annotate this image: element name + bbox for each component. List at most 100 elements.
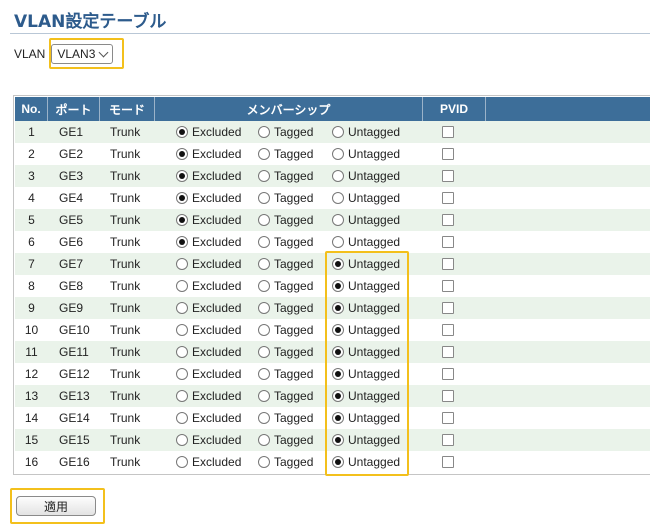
pvid-checkbox[interactable] [442, 412, 454, 424]
excluded-radio[interactable] [176, 126, 188, 138]
membership-untagged-option[interactable]: Untagged [332, 143, 400, 165]
pvid-checkbox[interactable] [442, 148, 454, 160]
membership-tagged-option[interactable]: Tagged [258, 319, 313, 341]
membership-tagged-option[interactable]: Tagged [258, 121, 313, 143]
pvid-checkbox[interactable] [442, 324, 454, 336]
pvid-checkbox[interactable] [442, 456, 454, 468]
membership-excluded-option[interactable]: Excluded [176, 297, 241, 319]
tagged-radio[interactable] [258, 280, 270, 292]
tagged-radio[interactable] [258, 192, 270, 204]
tagged-radio[interactable] [258, 390, 270, 402]
membership-excluded-option[interactable]: Excluded [176, 209, 241, 231]
tagged-radio[interactable] [258, 302, 270, 314]
membership-excluded-option[interactable]: Excluded [176, 363, 241, 385]
membership-tagged-option[interactable]: Tagged [258, 363, 313, 385]
tagged-radio[interactable] [258, 434, 270, 446]
pvid-checkbox[interactable] [442, 302, 454, 314]
excluded-radio[interactable] [176, 368, 188, 380]
tagged-radio[interactable] [258, 258, 270, 270]
pvid-checkbox[interactable] [442, 236, 454, 248]
excluded-radio[interactable] [176, 148, 188, 160]
tagged-radio[interactable] [258, 324, 270, 336]
membership-excluded-option[interactable]: Excluded [176, 143, 241, 165]
pvid-checkbox[interactable] [442, 258, 454, 270]
membership-untagged-option[interactable]: Untagged [332, 165, 400, 187]
membership-tagged-option[interactable]: Tagged [258, 341, 313, 363]
membership-excluded-option[interactable]: Excluded [176, 407, 241, 429]
pvid-checkbox[interactable] [442, 390, 454, 402]
pvid-checkbox[interactable] [442, 368, 454, 380]
tagged-radio[interactable] [258, 214, 270, 226]
excluded-radio[interactable] [176, 214, 188, 226]
excluded-radio[interactable] [176, 236, 188, 248]
membership-excluded-option[interactable]: Excluded [176, 121, 241, 143]
membership-excluded-option[interactable]: Excluded [176, 275, 241, 297]
row-number: 13 [24, 389, 39, 403]
tagged-radio[interactable] [258, 170, 270, 182]
tagged-radio[interactable] [258, 236, 270, 248]
untagged-radio[interactable] [332, 236, 344, 248]
membership-untagged-option[interactable]: Untagged [332, 121, 400, 143]
excluded-radio[interactable] [176, 258, 188, 270]
membership-excluded-option[interactable]: Excluded [176, 319, 241, 341]
membership-excluded-option[interactable]: Excluded [176, 341, 241, 363]
excluded-radio[interactable] [176, 192, 188, 204]
membership-untagged-option[interactable]: Untagged [332, 209, 400, 231]
pvid-cell [423, 385, 486, 407]
excluded-label: Excluded [192, 125, 242, 139]
membership-excluded-option[interactable]: Excluded [176, 187, 241, 209]
membership-excluded-option[interactable]: Excluded [176, 385, 241, 407]
row-port: GE2 [59, 147, 84, 161]
membership-excluded-option[interactable]: Excluded [176, 429, 241, 451]
membership-tagged-option[interactable]: Tagged [258, 231, 313, 253]
tagged-radio[interactable] [258, 346, 270, 358]
pvid-checkbox[interactable] [442, 170, 454, 182]
membership-tagged-option[interactable]: Tagged [258, 429, 313, 451]
tagged-radio[interactable] [258, 126, 270, 138]
membership-tagged-option[interactable]: Tagged [258, 385, 313, 407]
membership-excluded-option[interactable]: Excluded [176, 165, 241, 187]
membership-cell: Excluded Tagged Untagged [155, 121, 423, 143]
membership-tagged-option[interactable]: Tagged [258, 253, 313, 275]
tagged-radio[interactable] [258, 148, 270, 160]
pvid-checkbox[interactable] [442, 126, 454, 138]
membership-tagged-option[interactable]: Tagged [258, 297, 313, 319]
membership-excluded-option[interactable]: Excluded [176, 451, 241, 473]
row-port: GE16 [59, 455, 90, 469]
membership-tagged-option[interactable]: Tagged [258, 451, 313, 473]
excluded-radio[interactable] [176, 280, 188, 292]
excluded-radio[interactable] [176, 170, 188, 182]
membership-untagged-option[interactable]: Untagged [332, 231, 400, 253]
row-number: 15 [24, 433, 39, 447]
membership-excluded-option[interactable]: Excluded [176, 253, 241, 275]
excluded-radio[interactable] [176, 346, 188, 358]
excluded-radio[interactable] [176, 324, 188, 336]
excluded-radio[interactable] [176, 390, 188, 402]
excluded-radio[interactable] [176, 412, 188, 424]
untagged-radio[interactable] [332, 126, 344, 138]
membership-tagged-option[interactable]: Tagged [258, 275, 313, 297]
pvid-checkbox[interactable] [442, 192, 454, 204]
untagged-radio[interactable] [332, 192, 344, 204]
untagged-radio[interactable] [332, 148, 344, 160]
untagged-radio[interactable] [332, 214, 344, 226]
tagged-radio[interactable] [258, 412, 270, 424]
tagged-radio[interactable] [258, 368, 270, 380]
pvid-checkbox[interactable] [442, 346, 454, 358]
pvid-checkbox[interactable] [442, 434, 454, 446]
excluded-radio[interactable] [176, 456, 188, 468]
membership-tagged-option[interactable]: Tagged [258, 209, 313, 231]
pvid-checkbox[interactable] [442, 214, 454, 226]
membership-tagged-option[interactable]: Tagged [258, 407, 313, 429]
apply-button[interactable]: 適用 [16, 496, 96, 516]
pvid-checkbox[interactable] [442, 280, 454, 292]
untagged-radio[interactable] [332, 170, 344, 182]
membership-tagged-option[interactable]: Tagged [258, 187, 313, 209]
tagged-radio[interactable] [258, 456, 270, 468]
excluded-radio[interactable] [176, 302, 188, 314]
membership-untagged-option[interactable]: Untagged [332, 187, 400, 209]
excluded-radio[interactable] [176, 434, 188, 446]
membership-tagged-option[interactable]: Tagged [258, 165, 313, 187]
membership-excluded-option[interactable]: Excluded [176, 231, 241, 253]
membership-tagged-option[interactable]: Tagged [258, 143, 313, 165]
